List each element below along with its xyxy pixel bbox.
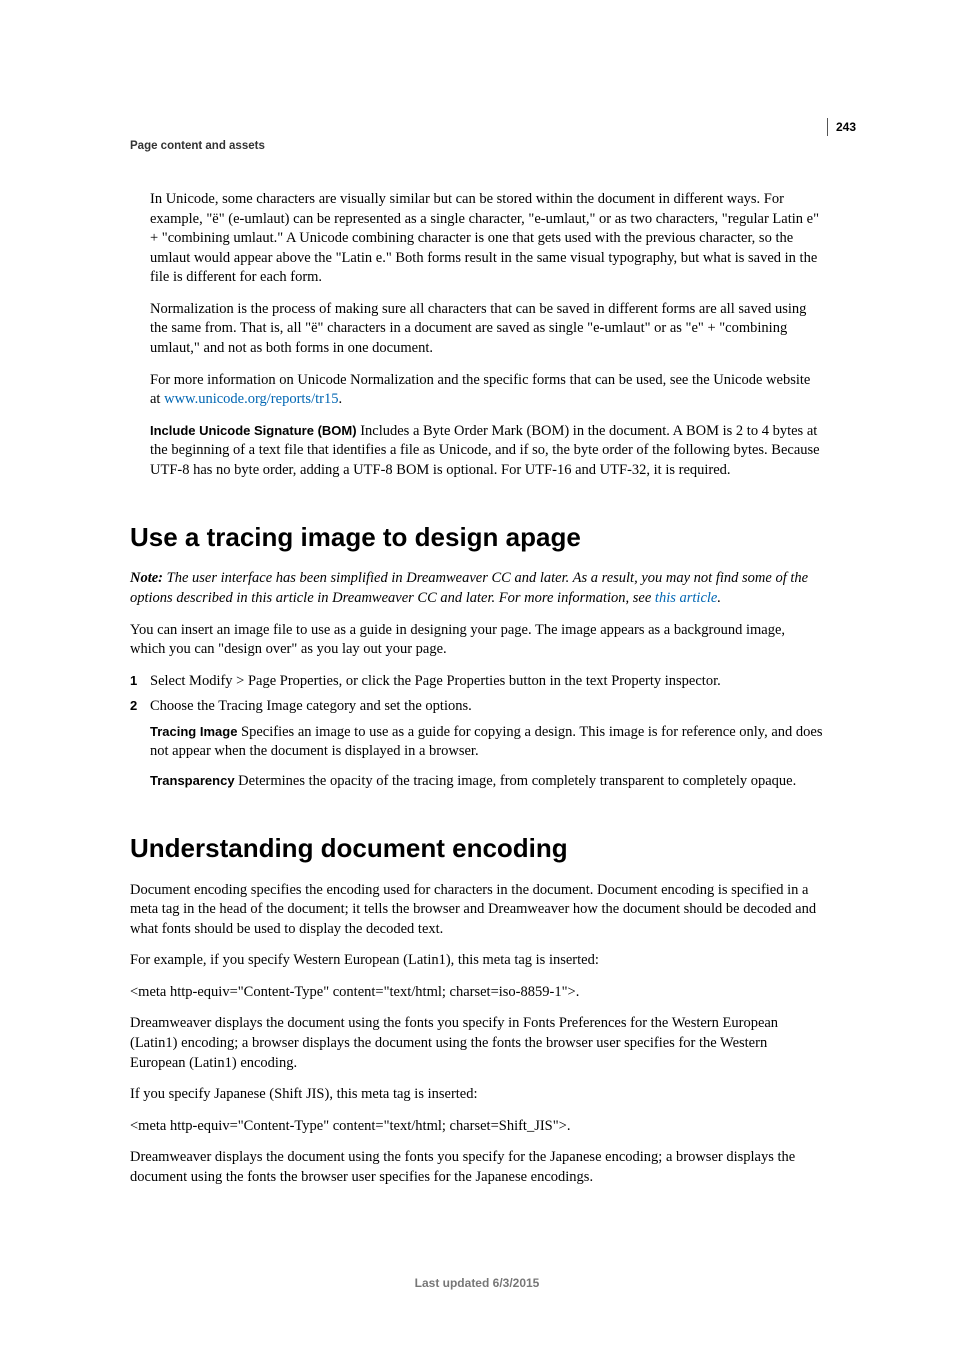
body-paragraph: Dreamweaver displays the document using … (130, 1148, 824, 1187)
code-paragraph: <meta http-equiv="Content-Type" content=… (130, 983, 824, 1003)
page-container: 243 Page content and assets In Unicode, … (0, 0, 954, 1350)
list-text: Choose the Tracing Image category and se… (150, 697, 824, 717)
page-number: 243 (827, 118, 856, 136)
note-paragraph: Note: The user interface has been simpli… (130, 569, 824, 608)
ordered-list-item: 1 Select Modify > Page Properties, or cl… (130, 672, 824, 692)
definition-text: Determines the opacity of the tracing im… (235, 773, 797, 789)
body-paragraph: For more information on Unicode Normaliz… (150, 371, 824, 410)
body-paragraph: Document encoding specifies the encoding… (130, 881, 824, 940)
code-paragraph: <meta http-equiv="Content-Type" content=… (130, 1117, 824, 1137)
note-text: . (717, 590, 721, 606)
page-content: In Unicode, some characters are visually… (130, 190, 824, 1187)
definition-paragraph: Include Unicode Signature (BOM) Includes… (150, 422, 824, 481)
external-link[interactable]: this article (655, 590, 717, 606)
running-head: Page content and assets (130, 140, 265, 152)
body-paragraph: If you specify Japanese (Shift JIS), thi… (130, 1085, 824, 1105)
list-number: 1 (130, 672, 150, 692)
body-paragraph: In Unicode, some characters are visually… (150, 190, 824, 288)
list-number: 2 (130, 697, 150, 717)
list-text: Select Modify > Page Properties, or clic… (150, 672, 824, 692)
definition-paragraph: Transparency Determines the opacity of t… (150, 772, 824, 792)
body-paragraph: Normalization is the process of making s… (150, 300, 824, 359)
page-footer: Last updated 6/3/2015 (0, 1276, 954, 1290)
section-heading: Use a tracing image to design apage (130, 520, 824, 555)
definition-term: Transparency (150, 773, 235, 788)
body-paragraph: You can insert an image file to use as a… (130, 621, 824, 660)
note-label: Note: (130, 570, 167, 586)
definition-paragraph: Tracing Image Specifies an image to use … (150, 723, 824, 762)
body-paragraph: For example, if you specify Western Euro… (130, 951, 824, 971)
text-run: . (338, 391, 342, 407)
definition-term: Include Unicode Signature (BOM) (150, 423, 357, 438)
definition-text: Specifies an image to use as a guide for… (150, 724, 822, 760)
intro-block: In Unicode, some characters are visually… (150, 190, 824, 480)
definition-term: Tracing Image (150, 724, 237, 739)
ordered-list-item: 2 Choose the Tracing Image category and … (130, 697, 824, 717)
body-paragraph: Dreamweaver displays the document using … (130, 1014, 824, 1073)
external-link[interactable]: www.unicode.org/reports/tr15 (164, 391, 338, 407)
section-heading: Understanding document encoding (130, 831, 824, 866)
